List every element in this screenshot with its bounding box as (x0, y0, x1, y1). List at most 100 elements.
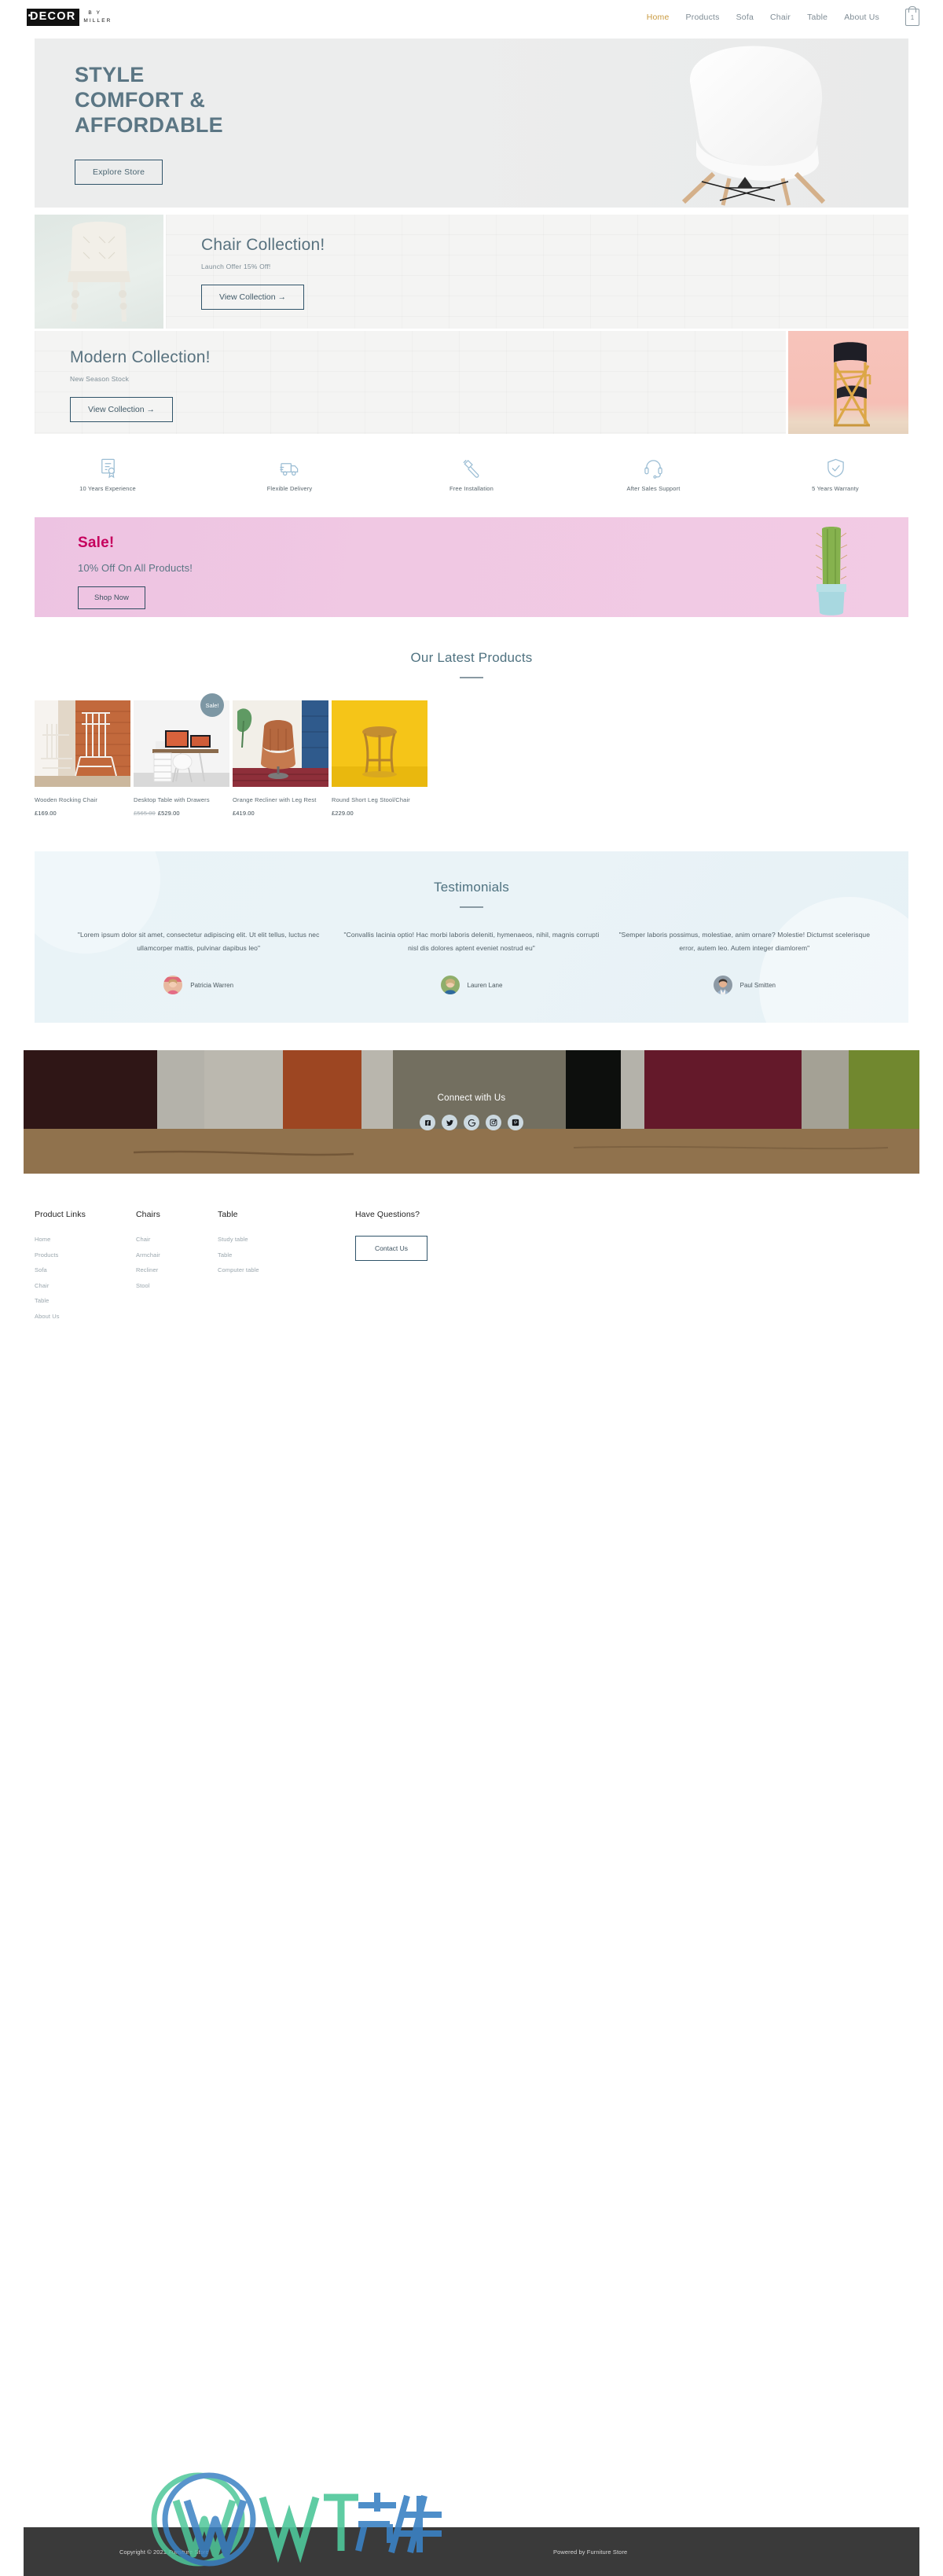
feature-label: After Sales Support (626, 485, 681, 492)
footer-link-about-us[interactable]: About Us (35, 1313, 136, 1320)
chair-collection-image (35, 215, 163, 329)
footer-column-chairs: Chairs Chair Armchair Recliner Stool (136, 1210, 218, 1328)
nav-item-table[interactable]: Table (807, 13, 827, 22)
shop-now-button[interactable]: Shop Now (78, 586, 145, 609)
footer-link-armchair[interactable]: Armchair (136, 1251, 218, 1259)
footer-link-chair[interactable]: Chair (136, 1236, 218, 1243)
product-image (332, 700, 427, 787)
footer-link-products[interactable]: Products (35, 1251, 136, 1259)
powered-by-text: Powered by Furniture Store (553, 2548, 628, 2556)
brand-logo[interactable]: DECOR B Y MILLER (27, 9, 112, 26)
feature-10-years-experience: 10 Years Experience (41, 458, 174, 492)
footer-link-home[interactable]: Home (35, 1236, 136, 1243)
nav-item-products[interactable]: Products (686, 13, 720, 22)
footer-link-stool[interactable]: Stool (136, 1282, 218, 1289)
modern-view-collection-button[interactable]: View Collection → (70, 397, 174, 422)
feature-flexible-delivery: Flexible Delivery (223, 458, 357, 492)
latest-products-title: Our Latest Products (410, 650, 533, 665)
connect-section: Connect with Us (24, 1050, 919, 1174)
footer-link-computer-table[interactable]: Computer table (218, 1266, 355, 1273)
truck-icon (280, 463, 299, 476)
product-current-price: £229.00 (332, 810, 354, 817)
chair-collection-title: Chair Collection! (201, 236, 325, 254)
product-card[interactable]: Round Short Leg Stool/Chair £229.00 (332, 700, 427, 817)
features-strip: 10 Years Experience Flexible Delivery Fr… (35, 446, 908, 503)
sale-title: Sale! (78, 535, 115, 551)
product-card[interactable]: Sale! Desktop Table with Drawers £565.00… (134, 693, 229, 817)
product-grid: Wooden Rocking Chair £169.00 Sale! Deskt… (35, 693, 908, 817)
brand-by: B Y (88, 10, 102, 17)
brand-mark-text: DECOR (30, 10, 76, 24)
feature-after-sales-support: After Sales Support (587, 458, 721, 492)
footer-column-table: Table Study table Table Computer table (218, 1210, 355, 1328)
nav-item-chair[interactable]: Chair (770, 13, 791, 22)
site-header: DECOR B Y MILLER Home Products Sofa Chai… (0, 0, 943, 35)
product-current-price: £529.00 (157, 810, 180, 817)
footer-link-chair[interactable]: Chair (35, 1282, 136, 1289)
footer-link-sofa[interactable]: Sofa (35, 1266, 136, 1273)
chair-collection-section: Chair Collection! Launch Offer 15% Off! … (35, 215, 908, 329)
feature-label: Free Installation (449, 485, 494, 492)
product-name: Desktop Table with Drawers (134, 796, 210, 803)
hero-line-1: STYLE (75, 63, 145, 86)
avatar (163, 976, 183, 994)
explore-store-button[interactable]: Explore Store (75, 160, 163, 186)
nav-item-home[interactable]: Home (647, 13, 670, 22)
brand-miller: MILLER (83, 18, 112, 24)
hero-title: STYLE COMFORT & AFFORDABLE (75, 62, 223, 138)
footer-link-table[interactable]: Table (218, 1251, 355, 1259)
shopping-bag-icon[interactable]: 1 (905, 9, 919, 26)
main-nav: Home Products Sofa Chair Table About Us … (647, 9, 919, 26)
copyright-text: Copyright © 2021 Furniture Store (119, 2548, 209, 2556)
product-image (35, 700, 130, 787)
modern-collection-title: Modern Collection! (70, 348, 211, 366)
connect-background-image (24, 1050, 919, 1174)
product-name: Wooden Rocking Chair (35, 796, 97, 803)
testimonial-card: "Convallis lacinia optio! Hac morbi labo… (342, 928, 600, 994)
chair-view-collection-button[interactable]: View Collection → (201, 285, 305, 310)
chair-collection-subtitle: Launch Offer 15% Off! (201, 263, 271, 270)
testimonials-section: Testimonials "Lorem ipsum dolor sit amet… (35, 851, 908, 1023)
product-card[interactable]: Wooden Rocking Chair £169.00 (35, 700, 130, 817)
google-icon[interactable] (464, 1115, 479, 1130)
footer-link-table[interactable]: Table (35, 1297, 136, 1304)
product-old-price: £565.00 (134, 810, 156, 817)
hero-line-3: AFFORDABLE (75, 113, 223, 138)
testimonial-quote: "Semper laboris possimus, molestiae, ani… (618, 931, 871, 952)
avatar (440, 976, 460, 994)
headset-icon (644, 460, 662, 479)
sale-subtitle: 10% Off On All Products! (78, 562, 193, 574)
footer-column-title: Chairs (136, 1210, 160, 1219)
instagram-icon[interactable] (486, 1115, 501, 1130)
avatar (713, 976, 732, 994)
nav-item-about-us[interactable]: About Us (844, 13, 879, 22)
testimonial-quote: "Convallis lacinia optio! Hac morbi labo… (343, 931, 600, 952)
hero-copy: STYLE COMFORT & AFFORDABLE Explore Store (75, 62, 223, 186)
footer-questions-title: Have Questions? (355, 1210, 420, 1219)
sale-badge: Sale! (200, 693, 224, 717)
cactus-image (815, 527, 848, 616)
feature-5-years-warranty: 5 Years Warranty (769, 458, 902, 492)
hammer-icon (462, 459, 479, 478)
nav-item-sofa[interactable]: Sofa (736, 13, 754, 22)
pinterest-icon[interactable] (508, 1115, 523, 1130)
feature-label: 5 Years Warranty (812, 485, 859, 492)
facebook-icon[interactable] (420, 1115, 435, 1130)
product-price: £169.00 (35, 810, 130, 817)
copyright-bar: Copyright © 2021 Furniture Store Powered… (24, 2527, 919, 2576)
contact-us-button[interactable]: Contact Us (355, 1236, 428, 1261)
footer-column-title: Product Links (35, 1210, 86, 1219)
twitter-icon[interactable] (442, 1115, 457, 1130)
testimonial-author: Lauren Lane (467, 981, 503, 989)
chair-collection-card: Chair Collection! Launch Offer 15% Off! … (166, 215, 908, 329)
testimonial-card: "Semper laboris possimus, molestiae, ani… (615, 928, 874, 994)
testimonials-title: Testimonials (434, 880, 509, 895)
shield-check-icon (827, 458, 844, 478)
sale-banner: Sale! 10% Off On All Products! Shop Now (35, 517, 908, 617)
product-card[interactable]: Orange Recliner with Leg Rest £419.00 (233, 700, 328, 817)
footer-link-study-table[interactable]: Study table (218, 1236, 355, 1243)
footer-column-product-links: Product Links Home Products Sofa Chair T… (35, 1210, 136, 1328)
product-current-price: £419.00 (233, 810, 255, 817)
footer-link-recliner[interactable]: Recliner (136, 1266, 218, 1273)
feature-label: Flexible Delivery (266, 485, 313, 492)
